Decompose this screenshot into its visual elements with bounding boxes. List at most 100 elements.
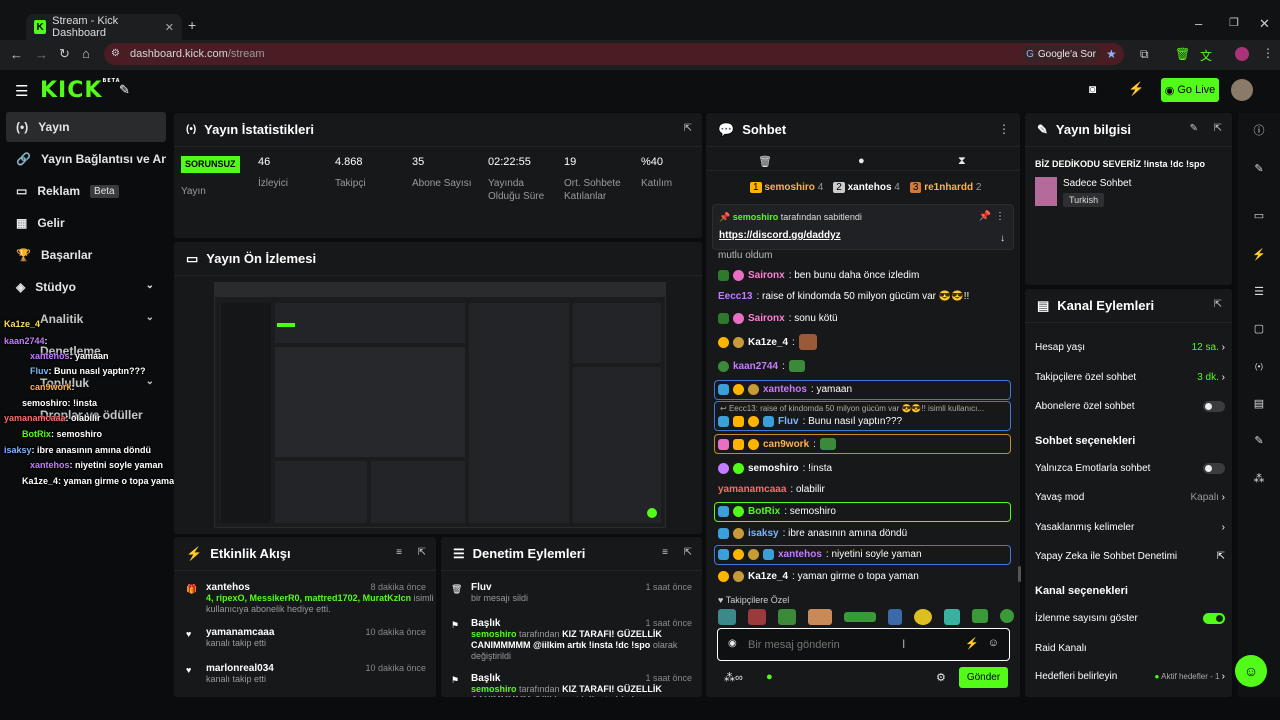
kick-emote-icon[interactable]: ⚡ — [1128, 81, 1144, 97]
filter-icon[interactable]: ≡ — [662, 547, 668, 558]
emoji-icon[interactable]: ☺ — [988, 637, 999, 649]
top-gifter[interactable]: 2 xantehos 4 — [833, 182, 900, 193]
account-age-row[interactable]: Hesap yaşı 12 sa. › — [1035, 342, 1225, 353]
chat-message[interactable]: Saironx: ben bunu daha önce izledim — [718, 270, 919, 281]
emote[interactable] — [888, 609, 902, 625]
stream-category[interactable]: Sadece Sohbet — [1063, 178, 1131, 189]
reload-icon[interactable]: ↻ — [59, 46, 70, 62]
top-gifter[interactable]: 1 semoshiro 4 — [750, 182, 823, 193]
edit-icon[interactable]: ✎ — [1190, 123, 1198, 134]
popout-icon[interactable]: ⇱ — [1214, 123, 1222, 134]
chat-message[interactable]: can9work: — [718, 438, 836, 450]
wrench-icon[interactable]: ✎ — [119, 82, 130, 98]
window-close-icon[interactable]: ✕ — [1259, 16, 1270, 32]
server-icon[interactable]: ▤ — [1249, 393, 1269, 413]
browser-menu-icon[interactable]: ⋮ — [1262, 46, 1274, 60]
sidebar-item-studio[interactable]: ◈ Stüdyo ⌄ — [6, 272, 166, 302]
popout-icon[interactable]: ⇱ — [418, 547, 426, 558]
sidebar-item-stream-key[interactable]: 🔗 Yayın Bağlantısı ve Anahtar — [6, 144, 166, 174]
bookmark-star-icon[interactable]: ★ — [1106, 47, 1117, 61]
sidebar-item-stream[interactable]: (•) Yayın — [6, 112, 166, 142]
sidebar-item-achievements[interactable]: 🏆 Başarılar — [6, 240, 166, 270]
chat-message[interactable]: BotRix: semoshiro — [718, 506, 836, 517]
sidebar-item-revenue[interactable]: ▦ Gelir — [6, 208, 166, 238]
pin-menu-icon[interactable]: ⋮ — [995, 211, 1005, 222]
stream-tag[interactable]: Turkish — [1063, 193, 1105, 207]
ask-google-button[interactable]: G Google'a Sor — [1022, 45, 1100, 63]
info-icon[interactable]: ⓘ — [1249, 120, 1269, 140]
support-chat-button[interactable]: ☺ — [1235, 655, 1267, 687]
kick-emote-icon[interactable]: ⚡ — [965, 637, 979, 650]
top-gifter[interactable]: 3 re1nhardd 2 — [909, 182, 981, 193]
raid-channel-row[interactable]: Raid Kanalı — [1035, 643, 1225, 654]
new-tab-icon[interactable]: + — [188, 17, 196, 33]
emote[interactable] — [944, 609, 960, 625]
send-button[interactable]: Gönder — [959, 667, 1008, 688]
chat-bubble-icon[interactable]: ● — [858, 155, 865, 167]
hourglass-icon[interactable]: ⧗ — [958, 155, 966, 168]
extensions-icon[interactable]: ⧉ — [1140, 47, 1149, 62]
emote[interactable] — [718, 609, 736, 625]
chat-icon[interactable]: ▢ — [1249, 318, 1269, 338]
obs-icon[interactable]: ◙ — [1089, 82, 1096, 96]
browser-tab[interactable]: K Stream - Kick Dashboard ✕ — [26, 14, 182, 40]
maximize-icon[interactable]: ❐ — [1229, 16, 1239, 29]
ai-moderation-row[interactable]: Yapay Zeka ile Sohbet Denetimi ⇱ — [1035, 551, 1225, 562]
chat-scrollbar[interactable] — [1018, 566, 1021, 582]
popout-icon[interactable]: ⇱ — [684, 547, 692, 558]
apps-icon[interactable]: ⁂ — [1249, 468, 1269, 488]
kick-coin-icon[interactable]: ● — [766, 671, 773, 683]
chat-message[interactable]: xantehos: niyetini soyle yaman — [718, 549, 922, 560]
chat-message[interactable]: Eecc13: raise of kindomda 50 milyon gücü… — [718, 291, 969, 302]
chat-tools-icon[interactable]: ⁂∞ — [724, 671, 743, 684]
bolt-icon[interactable]: ⚡ — [1249, 244, 1269, 264]
chat-message[interactable]: Saironx: sonu kötü — [718, 313, 838, 324]
pinned-link[interactable]: https://discord.gg/daddyz — [719, 230, 841, 241]
follower-only-row[interactable]: Takipçilere özel sohbet 3 dk. › — [1035, 372, 1225, 383]
back-icon[interactable]: ← — [10, 47, 23, 62]
slow-mode-row[interactable]: Yavaş mod Kapalı › — [1035, 492, 1225, 503]
go-live-button[interactable]: ◉ Go Live — [1161, 78, 1219, 102]
stream-preview-video[interactable] — [214, 282, 666, 528]
emote[interactable] — [844, 612, 876, 622]
emote-only-toggle[interactable] — [1203, 463, 1225, 474]
emote[interactable] — [914, 609, 932, 625]
trash-icon[interactable]: 🗑 — [758, 155, 772, 168]
chat-message-input[interactable] — [748, 636, 938, 654]
chat-settings-icon[interactable]: ⚙ — [936, 671, 946, 684]
home-icon[interactable]: ⌂ — [82, 46, 90, 61]
stream-icon[interactable]: (•) — [1249, 356, 1269, 376]
site-info-icon[interactable]: ⚙ — [111, 48, 120, 59]
wrench-icon[interactable]: ✎ — [1249, 430, 1269, 450]
emote[interactable] — [748, 609, 766, 625]
popout-icon[interactable]: ⇱ — [684, 123, 692, 134]
hamburger-menu-icon[interactable]: ☰ — [15, 82, 28, 100]
emote[interactable] — [972, 609, 988, 623]
chat-message[interactable]: xantehos: yamaan — [718, 384, 852, 395]
unpin-icon[interactable]: 📌 — [979, 211, 991, 222]
kick-logo[interactable]: KICKBETA — [40, 78, 121, 103]
chat-message[interactable]: kaan2744: — [718, 360, 805, 372]
sidebar-item-ads[interactable]: ▭ Reklam Beta — [6, 176, 166, 206]
minimize-icon[interactable]: – — [1195, 16, 1202, 31]
edit-icon[interactable]: ✎ — [1249, 158, 1269, 178]
close-tab-icon[interactable]: ✕ — [165, 21, 174, 34]
filter-icon[interactable]: ≡ — [396, 547, 402, 558]
chat-message[interactable]: Ka1ze_4: yaman girme o topa yaman — [718, 571, 919, 582]
emote[interactable] — [1000, 609, 1014, 623]
chat-menu-icon[interactable]: ⋮ — [998, 122, 1010, 136]
emote[interactable] — [808, 609, 832, 625]
chat-message[interactable]: yamanamcaaa: olabilir — [718, 484, 825, 495]
forward-icon[interactable]: → — [35, 47, 48, 62]
user-avatar[interactable] — [1231, 79, 1253, 101]
chat-message[interactable]: Ka1ze_4: — [718, 334, 817, 350]
url-input[interactable]: dashboard.kick.com/stream — [104, 43, 1124, 65]
banned-words-row[interactable]: Yasaklanmış kelimeler › — [1035, 522, 1225, 533]
chat-message[interactable]: isaksy: ibre anasının amına döndü — [718, 528, 907, 539]
list-icon[interactable]: ☰ — [1249, 281, 1269, 301]
chat-settings-dot-icon[interactable]: ◉ — [728, 638, 737, 649]
monitor-icon[interactable]: ▭ — [1249, 205, 1269, 225]
chat-message[interactable]: Fluv: Bunu nasıl yaptın??? — [718, 416, 902, 427]
show-viewers-toggle[interactable] — [1203, 613, 1225, 624]
emote[interactable] — [778, 609, 796, 625]
